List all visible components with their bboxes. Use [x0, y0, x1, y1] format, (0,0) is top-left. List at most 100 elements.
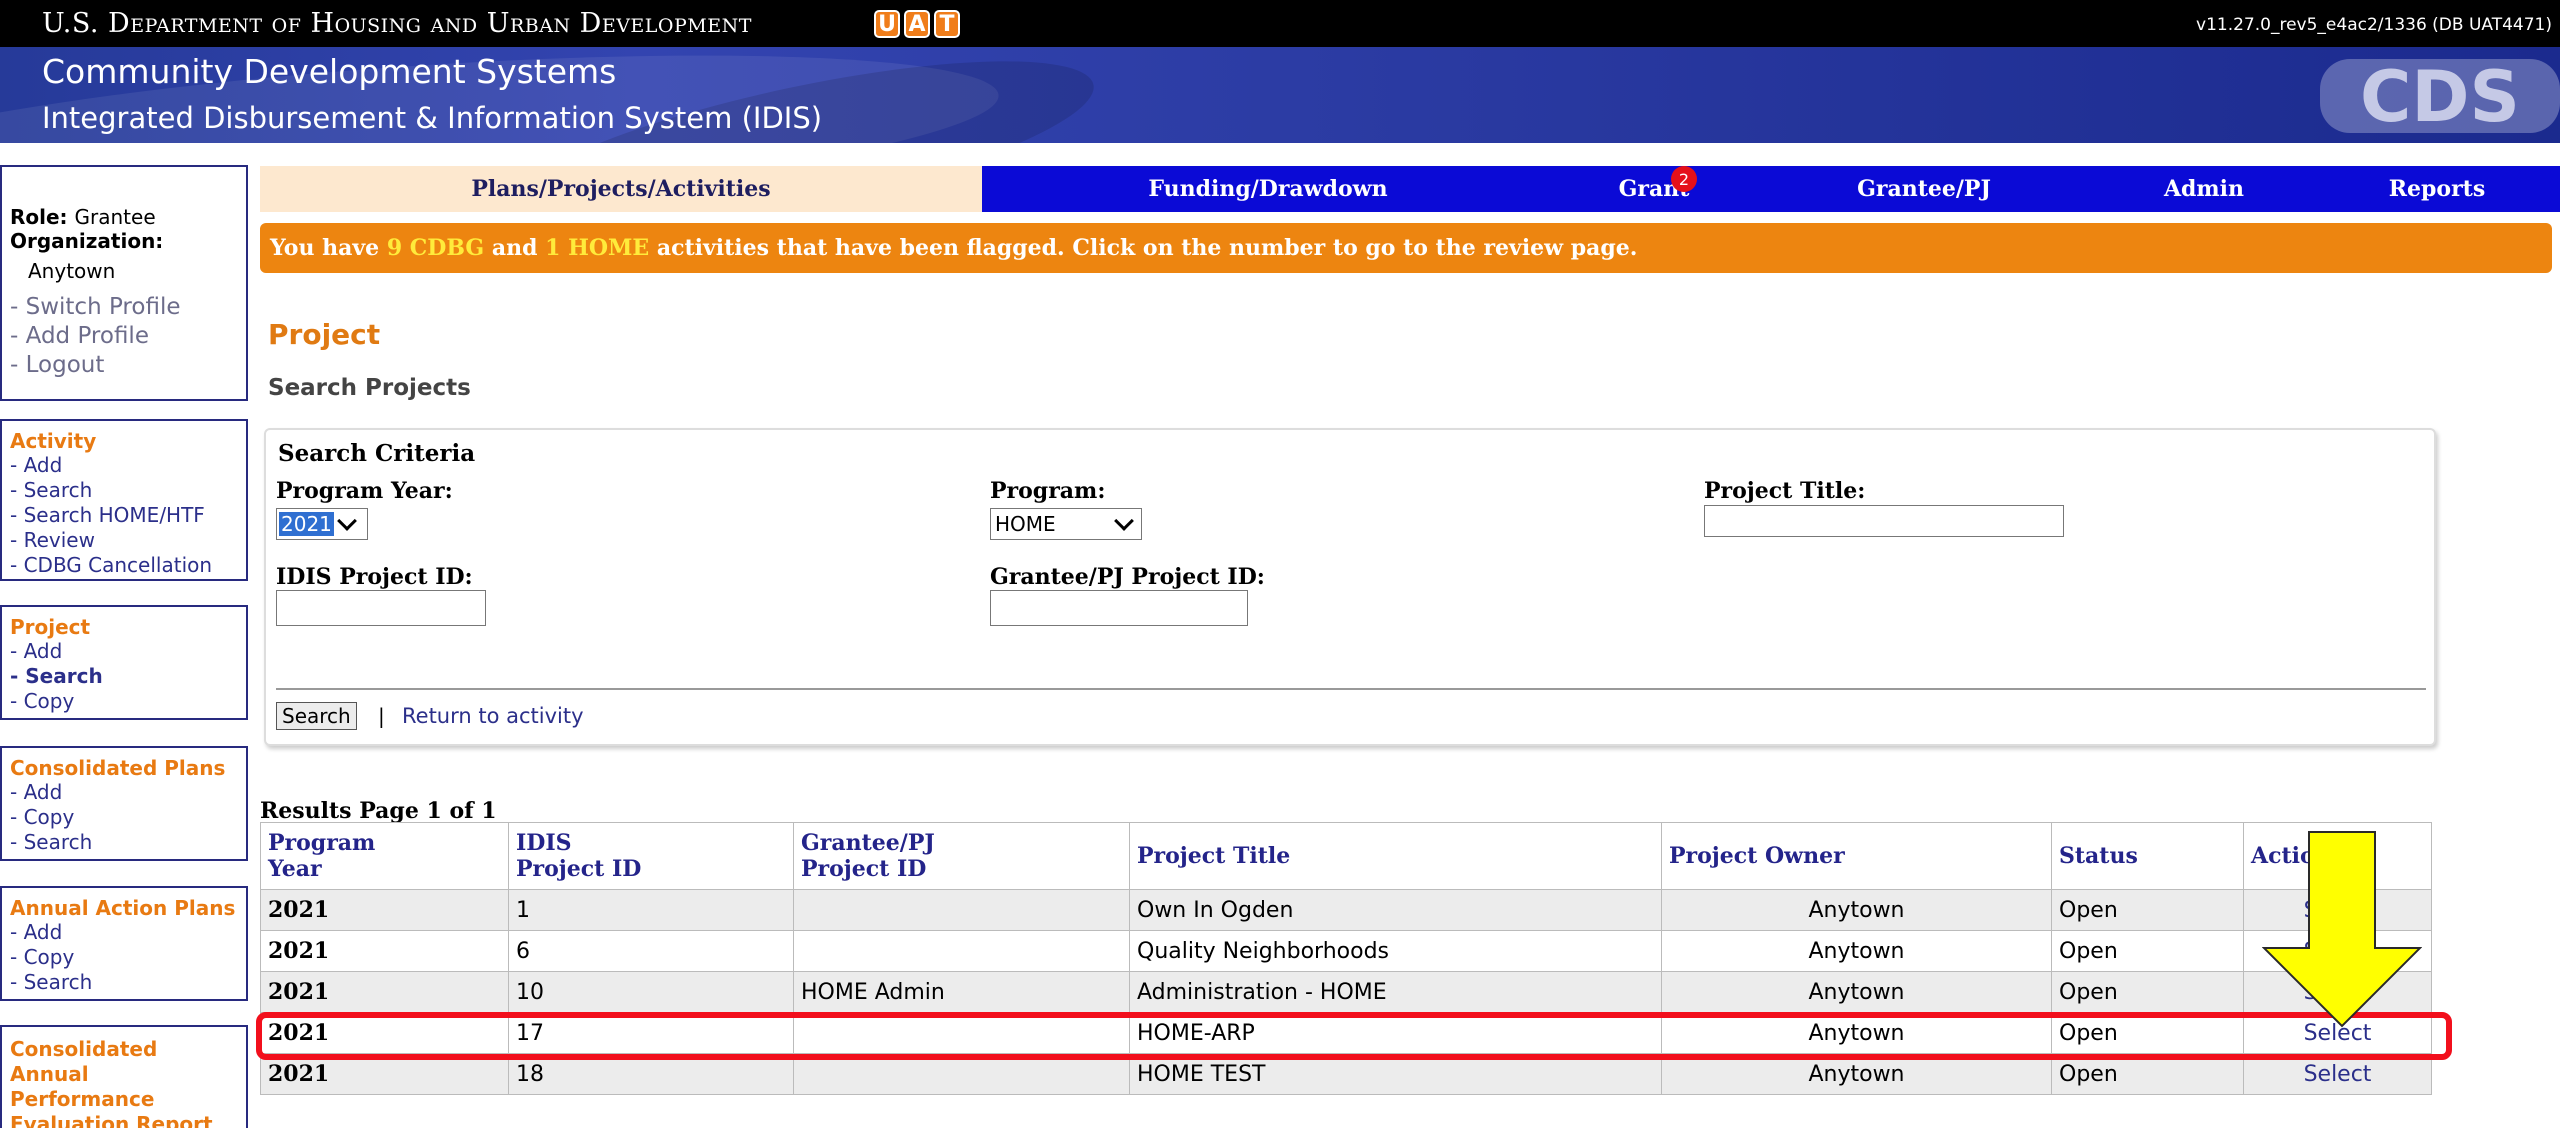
cell-project-title: Quality Neighborhoods	[1129, 930, 1662, 972]
cell-program-year: 2021	[260, 971, 509, 1013]
idis-project-id-input[interactable]	[276, 590, 486, 626]
grant-notification-badge: 2	[1671, 166, 1697, 192]
cell-idis-project-id: 10	[508, 971, 794, 1013]
cdbg-flagged-count-link[interactable]: 9 CDBG	[387, 235, 484, 261]
cell-project-owner: Anytown	[1661, 1053, 2052, 1095]
criteria-divider	[276, 688, 2426, 690]
tab-plans-projects-activities[interactable]: Plans/Projects/Activities	[260, 166, 982, 212]
activity-add-link[interactable]: - Add	[10, 453, 246, 478]
tab-grant[interactable]: Grant 2	[1554, 166, 1754, 212]
annual-action-plans-add-link[interactable]: - Add	[10, 920, 246, 945]
cds-logo: CDS	[2320, 56, 2560, 137]
switch-profile-link[interactable]: - Switch Profile	[10, 293, 238, 322]
activity-review-link[interactable]: - Review	[10, 528, 246, 553]
activity-cdbg-cancellation-link[interactable]: - CDBG Cancellation	[10, 553, 246, 578]
table-row: 2021 10 HOME Admin Administration - HOME…	[260, 971, 2432, 1013]
project-copy-link[interactable]: - Copy	[10, 689, 246, 714]
cell-program-year: 2021	[260, 930, 509, 972]
cell-status: Open	[2051, 971, 2244, 1013]
caper-title-line: Performance	[10, 1087, 155, 1111]
program-year-value: 2021	[279, 512, 334, 536]
project-search-link[interactable]: - Search	[10, 664, 246, 689]
chevron-down-icon	[1114, 511, 1134, 531]
annual-action-plans-copy-link[interactable]: - Copy	[10, 945, 246, 970]
organization-label: Organization:	[10, 229, 164, 253]
column-header-project-title: Project Title	[1129, 822, 1662, 890]
results-table: Program Year IDIS Project ID Grantee/PJ Pro…	[260, 822, 2432, 1095]
cell-grantee-project-id	[793, 1012, 1130, 1054]
consolidated-plans-search-link[interactable]: - Search	[10, 830, 246, 855]
home-flagged-count-link[interactable]: 1 HOME	[545, 235, 649, 261]
column-header-grantee-project-id: Grantee/PJ Project ID	[793, 822, 1130, 890]
select-link[interactable]: Select	[2243, 971, 2432, 1013]
main-nav-tabs: Plans/Projects/Activities Funding/Drawdo…	[260, 166, 2560, 212]
tab-admin[interactable]: Admin	[2094, 166, 2314, 212]
table-row: 2021 18 HOME TEST Anytown Open Select	[260, 1053, 2432, 1095]
cell-project-owner: Anytown	[1661, 930, 2052, 972]
search-criteria-panel: Search Criteria Program Year: 2021 Progr…	[264, 428, 2436, 746]
idis-project-id-label: IDIS Project ID:	[276, 564, 473, 590]
annual-action-plans-title: Annual Action Plans	[10, 896, 236, 920]
notice-text: You have	[270, 235, 387, 261]
organization-value: Anytown	[28, 259, 116, 283]
add-profile-link[interactable]: - Add Profile	[10, 322, 238, 351]
column-header-project-owner: Project Owner	[1661, 822, 2052, 890]
cell-program-year: 2021	[260, 889, 509, 931]
program-year-label: Program Year:	[276, 478, 453, 504]
department-name: U.S. Department of Housing and Urban Dev…	[42, 8, 752, 39]
select-link[interactable]: Select	[2243, 1012, 2432, 1054]
cell-grantee-project-id	[793, 1053, 1130, 1095]
consolidated-plans-title: Consolidated Plans	[10, 756, 226, 780]
activity-search-link[interactable]: - Search	[10, 478, 246, 503]
program-year-select[interactable]: 2021	[276, 508, 368, 540]
table-row: 2021 1 Own In Ogden Anytown Open Select	[260, 889, 2432, 931]
cell-project-owner: Anytown	[1661, 971, 2052, 1013]
cell-idis-project-id: 17	[508, 1012, 794, 1054]
cell-status: Open	[2051, 1012, 2244, 1054]
chevron-down-icon	[337, 511, 357, 531]
column-header-idis-project-id: IDIS Project ID	[508, 822, 794, 890]
select-link[interactable]: Select	[2243, 930, 2432, 972]
table-row: 2021 6 Quality Neighborhoods Anytown Ope…	[260, 930, 2432, 972]
activity-search-home-htf-link[interactable]: - Search HOME/HTF	[10, 503, 246, 528]
caper-menu: Consolidated Annual Performance Evaluati…	[0, 1025, 248, 1128]
return-to-activity-link[interactable]: Return to activity	[402, 704, 584, 728]
cell-idis-project-id: 6	[508, 930, 794, 972]
annual-action-plans-search-link[interactable]: - Search	[10, 970, 246, 995]
column-header-program-year: Program Year	[260, 822, 509, 890]
uat-environment-badge: U A T	[874, 10, 960, 38]
project-add-link[interactable]: - Add	[10, 639, 246, 664]
role-value: Grantee	[74, 205, 156, 229]
table-row-highlighted: 2021 17 HOME-ARP Anytown Open Select	[260, 1012, 2432, 1054]
cell-grantee-project-id: HOME Admin	[793, 971, 1130, 1013]
cell-project-owner: Anytown	[1661, 1012, 2052, 1054]
activity-menu: Activity - Add - Search - Search HOME/HT…	[0, 419, 248, 581]
search-button[interactable]: Search	[276, 702, 357, 730]
project-title-input[interactable]	[1704, 505, 2064, 537]
tab-funding-drawdown[interactable]: Funding/Drawdown	[982, 166, 1554, 212]
consolidated-plans-copy-link[interactable]: - Copy	[10, 805, 246, 830]
select-link[interactable]: Select	[2243, 1053, 2432, 1095]
table-header-row: Program Year IDIS Project ID Grantee/PJ Pro…	[260, 822, 2432, 890]
tab-reports[interactable]: Reports	[2314, 166, 2560, 212]
version-label: v11.27.0_rev5_e4ac2/1336 (DB UAT4471)	[2196, 15, 2552, 35]
cell-program-year: 2021	[260, 1053, 509, 1095]
project-title-label: Project Title:	[1704, 478, 1866, 504]
consolidated-plans-menu: Consolidated Plans - Add - Copy - Search	[0, 746, 248, 861]
cell-program-year: 2021	[260, 1012, 509, 1054]
role-label: Role:	[10, 205, 68, 229]
grantee-project-id-input[interactable]	[990, 590, 1248, 626]
program-value: HOME	[995, 512, 1056, 536]
consolidated-plans-add-link[interactable]: - Add	[10, 780, 246, 805]
subsystem-name: Integrated Disbursement & Information Sy…	[42, 101, 823, 135]
column-header-status: Status	[2051, 822, 2244, 890]
select-link[interactable]: Select	[2243, 889, 2432, 931]
notice-text: activities that have been flagged. Click…	[649, 235, 1638, 261]
logout-link[interactable]: - Logout	[10, 351, 238, 380]
tab-grantee-pj[interactable]: Grantee/PJ	[1754, 166, 2094, 212]
program-select[interactable]: HOME	[990, 508, 1142, 540]
cell-grantee-project-id	[793, 889, 1130, 931]
page-subtitle: Search Projects	[268, 375, 471, 401]
cell-status: Open	[2051, 889, 2244, 931]
cds-logo-text: CDS	[2360, 56, 2520, 137]
